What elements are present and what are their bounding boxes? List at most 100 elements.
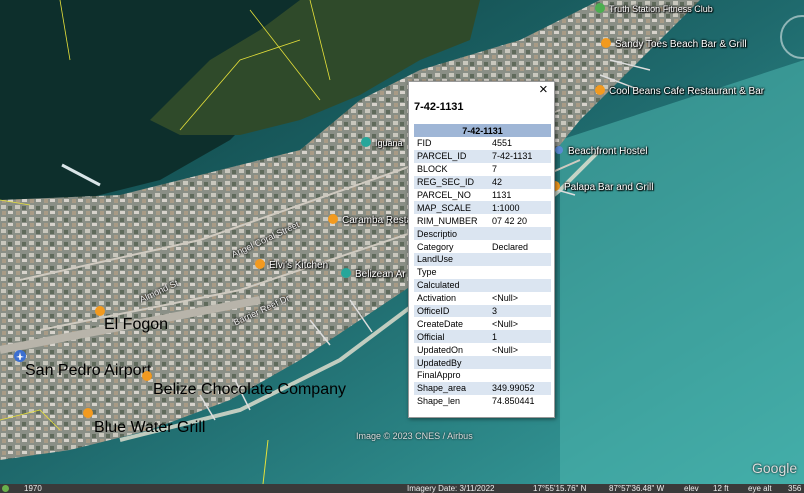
attribute-value: 1 xyxy=(489,330,551,344)
airport-icon xyxy=(14,350,26,362)
poi-truth-station[interactable]: Truth Station Fitness Club xyxy=(594,3,713,15)
attribute-row: Activation <Null> xyxy=(414,292,551,305)
attribute-table: 7-42-1131 FID 4551 PARCEL_ID 7-42-1131 BLOCK… xyxy=(414,124,551,408)
popup-title: 7-42-1131 xyxy=(414,101,464,113)
satellite-map[interactable]: Truth Station Fitness Club Sandy Toes Be… xyxy=(0,0,804,493)
orange-pin-icon xyxy=(595,85,605,95)
attribute-row: Official 1 xyxy=(414,330,551,344)
parcel-info-popup: × 7-42-1131 7-42-1131 FID 4551 PARCEL_ID 7-… xyxy=(408,81,555,418)
poi-san-pedro-airport[interactable] xyxy=(14,350,29,362)
attribute-key: OfficeID xyxy=(414,304,489,318)
poi-label: Elvi's Kitchen xyxy=(269,259,329,271)
close-icon[interactable]: × xyxy=(539,82,548,98)
poi-caramba[interactable]: Caramba Resta xyxy=(327,214,412,226)
attribute-row: UpdatedOn <Null> xyxy=(414,343,551,356)
attribute-value xyxy=(489,369,551,382)
attribute-row: UpdatedBy xyxy=(414,356,551,370)
attribute-key: Shape_area xyxy=(414,381,489,395)
elevation-label: elev xyxy=(684,484,699,493)
attribute-row: Type xyxy=(414,266,551,279)
poi-label: Caramba Resta xyxy=(342,214,413,226)
poi-label: Palapa Bar and Grill xyxy=(564,181,654,193)
orange-pin-icon xyxy=(142,371,152,381)
attribute-row: FinalAppro xyxy=(414,369,551,382)
attribute-value: Declared xyxy=(492,241,529,252)
orange-pin-icon xyxy=(328,214,338,224)
orange-pin-icon xyxy=(601,38,611,48)
attribute-value: 4551 xyxy=(492,138,513,149)
poi-label: Belizean Ar xyxy=(355,268,406,280)
google-logo: Google xyxy=(752,460,798,476)
attribute-key: FinalAppro xyxy=(417,370,461,381)
orange-pin-icon xyxy=(83,408,93,418)
attribute-key: PARCEL_NO xyxy=(417,190,471,200)
attribute-value: 3 xyxy=(489,304,551,318)
attribute-key: BLOCK xyxy=(417,164,448,175)
imagery-copyright: Image © 2023 CNES / Airbus xyxy=(356,431,473,441)
attribute-row: FID 4551 xyxy=(414,137,551,150)
longitude-readout: 87°57'36.48" W xyxy=(609,484,665,493)
green-pin-icon xyxy=(595,3,605,13)
poi-el-fogon-label: El Fogon xyxy=(104,316,169,333)
attribute-value: 349.99052 xyxy=(489,381,551,395)
poi-label: Truth Station Fitness Club xyxy=(609,4,713,14)
attribute-key: Category xyxy=(417,241,454,252)
attribute-value xyxy=(489,227,551,241)
attribute-key: RIM_NUMBER xyxy=(417,215,478,226)
poi-beachfront-hostel[interactable]: Beachfront Hostel xyxy=(553,145,648,157)
attribute-value xyxy=(489,356,551,370)
attribute-key: Calculated xyxy=(414,278,489,292)
poi-label: Iguana xyxy=(375,138,403,148)
attribute-table-title: 7-42-1131 xyxy=(414,124,551,137)
historical-imagery-icon[interactable] xyxy=(2,485,9,492)
attribute-row: Shape_area 349.99052 xyxy=(414,381,551,395)
historical-year: 1970 xyxy=(24,484,42,493)
poi-sandy-toes[interactable]: Sandy Toes Beach Bar & Grill xyxy=(600,38,747,50)
attribute-value xyxy=(489,278,551,292)
latitude-readout: 17°55'15.76" N xyxy=(533,484,587,493)
attribute-row: PARCEL_ID 7-42-1131 xyxy=(414,149,551,163)
attribute-key: PARCEL_ID xyxy=(414,149,489,163)
poi-label: Cool Beans Cafe Restaurant & Bar xyxy=(609,85,765,97)
poi-cool-beans[interactable]: Cool Beans Cafe Restaurant & Bar xyxy=(594,85,764,97)
teal-pin-icon xyxy=(341,268,351,278)
attribute-value xyxy=(489,253,551,266)
poi-blue-water-label: Blue Water Grill xyxy=(94,419,206,436)
attribute-row: Calculated xyxy=(414,278,551,292)
eye-alt-label: eye alt xyxy=(748,484,772,493)
attribute-row: RIM_NUMBER 07 42 20 xyxy=(414,214,551,227)
attribute-key: Official xyxy=(414,330,489,344)
attribute-row: LandUse xyxy=(414,253,551,266)
poi-belizean-ar[interactable]: Belizean Ar xyxy=(340,268,406,280)
attribute-key: Activation xyxy=(417,293,457,304)
status-bar: 1970 Imagery Date: 3/11/2022 17°55'15.76… xyxy=(0,484,804,493)
attribute-row: REG_SEC_ID 42 xyxy=(414,175,551,189)
poi-palapa[interactable]: Palapa Bar and Grill xyxy=(549,181,654,193)
attribute-key: Type xyxy=(417,267,437,278)
attribute-value: <Null> xyxy=(492,344,519,355)
attribute-value: 1:1000 xyxy=(489,201,551,215)
poi-chocolate-label: Belize Chocolate Company xyxy=(153,381,346,398)
attribute-value: 42 xyxy=(489,175,551,189)
attribute-row: CreateDate <Null> xyxy=(414,317,551,330)
poi-airport-label: San Pedro Airport xyxy=(25,362,152,379)
poi-label: Beachfront Hostel xyxy=(568,145,648,157)
attribute-row: PARCEL_NO 1131 xyxy=(414,189,551,202)
attribute-value: 7 xyxy=(492,164,498,175)
attribute-row: BLOCK 7 xyxy=(414,163,551,176)
poi-elvis-kitchen[interactable]: Elvi's Kitchen xyxy=(254,259,328,271)
attribute-value: 07 42 20 xyxy=(492,215,528,226)
eye-alt-value: 356 xyxy=(788,484,802,493)
attribute-key: CreateDate xyxy=(417,318,464,329)
attribute-row: Shape_len 74.850441 xyxy=(414,395,551,408)
attribute-key: FID xyxy=(417,138,432,149)
attribute-row: OfficeID 3 xyxy=(414,304,551,318)
attribute-row: Category Declared xyxy=(414,240,551,253)
teal-pin-icon xyxy=(361,137,371,147)
attribute-value: 1131 xyxy=(492,190,512,200)
attribute-key: Shape_len xyxy=(417,396,461,407)
attribute-key: LandUse xyxy=(414,253,489,266)
attribute-key: UpdatedBy xyxy=(414,356,489,370)
poi-iguana[interactable]: Iguana xyxy=(360,137,403,149)
attribute-row: Descriptio xyxy=(414,227,551,241)
